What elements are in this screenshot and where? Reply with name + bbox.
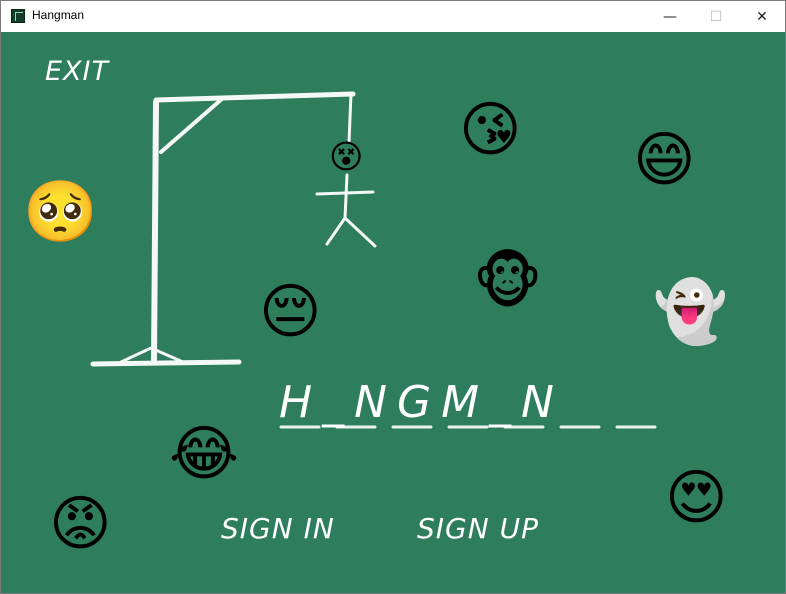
guessed-word: H_NGM_N: [279, 377, 564, 428]
gallows-base: [90, 359, 242, 367]
hanged-face-icon: 😵: [329, 137, 364, 176]
word-display-area: H_NGM_N: [279, 377, 659, 437]
tears-of-joy-icon: 😂: [169, 419, 240, 489]
ghost-icon: 👻: [653, 277, 728, 347]
angry-face-icon: 😡: [49, 489, 112, 559]
kissing-face-icon: 😘: [459, 95, 522, 165]
monkey-face-icon: 🐵: [473, 247, 543, 317]
pleading-face-icon: 🥺: [23, 177, 98, 247]
pensive-face-icon: 😔: [259, 277, 322, 347]
window-title: Hangman: [32, 8, 85, 22]
gallows-beam: [153, 91, 356, 103]
stick-arms: [315, 190, 375, 196]
chalkboard: 😵 EXIT H_NGM_N SIGN IN SIGN UP 🥺 😘 😄 🐵 👻…: [1, 32, 785, 593]
close-button[interactable]: ✕: [739, 1, 785, 32]
grinning-face-icon: 😄: [633, 125, 696, 195]
title-bar: Hangman — ☐ ✕: [1, 1, 785, 32]
maximize-button[interactable]: ☐: [693, 1, 739, 32]
rope: [347, 92, 353, 144]
stick-right-leg: [343, 216, 377, 248]
app-icon: [11, 9, 25, 23]
sign-up-button[interactable]: SIGN UP: [417, 512, 539, 545]
app-window: Hangman — ☐ ✕ 😵 EXIT H_NGM_N SIGN IN SIG…: [0, 0, 786, 594]
stick-body: [343, 173, 349, 220]
gallows-brace: [159, 96, 225, 154]
heart-eyes-icon: 😍: [665, 463, 728, 533]
minimize-button[interactable]: —: [647, 1, 693, 32]
exit-button[interactable]: EXIT: [45, 56, 109, 87]
sign-in-button[interactable]: SIGN IN: [221, 512, 335, 545]
gallows-pole: [151, 99, 159, 363]
stick-left-leg: [325, 216, 347, 246]
